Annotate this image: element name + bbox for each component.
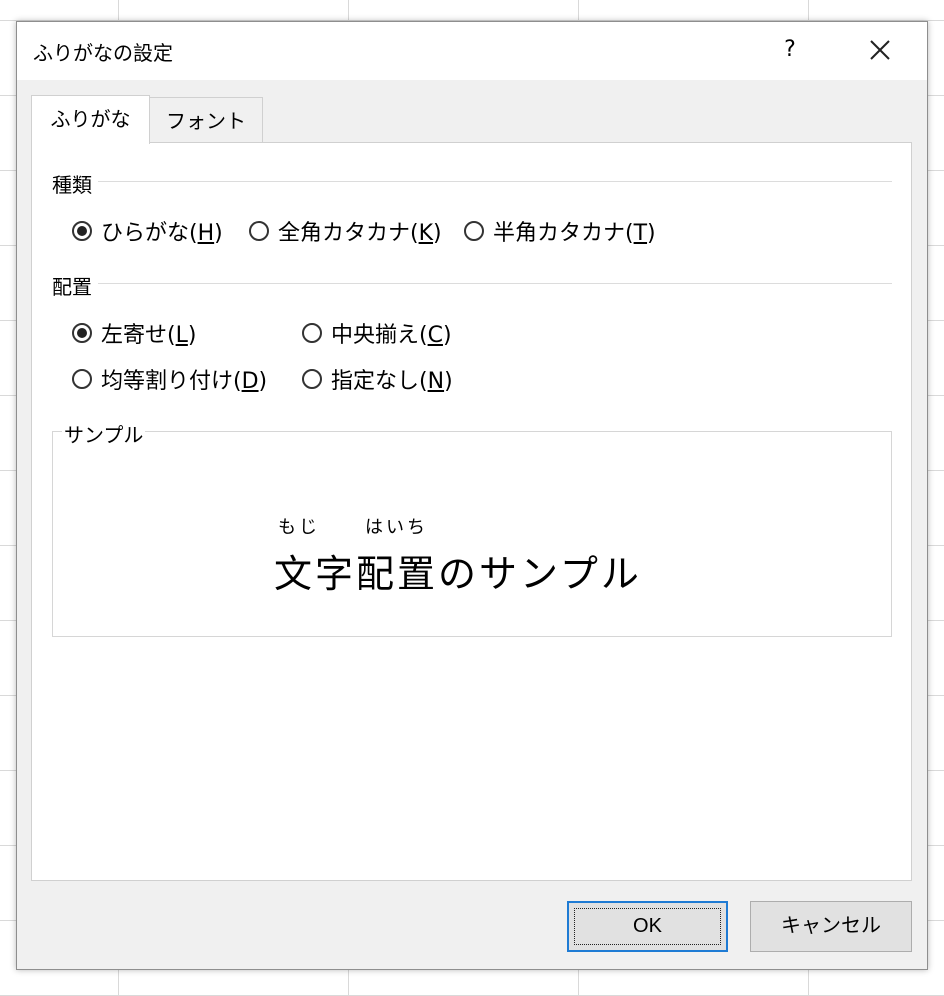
radio-button-selected[interactable] — [72, 323, 92, 343]
radio-halfwidth-katakana[interactable]: 半角カタカナ(T) — [464, 215, 656, 247]
radio-button[interactable] — [302, 369, 322, 389]
radio-label: 均等割り付け(D) — [101, 369, 268, 394]
type-section-label: 種類 — [52, 169, 96, 198]
radio-label: 半角カタカナ(T) — [493, 221, 656, 246]
radio-align-none[interactable]: 指定なし(N) — [302, 363, 453, 395]
ok-button[interactable]: OK — [567, 901, 728, 952]
radio-label: 中央揃え(C) — [331, 323, 452, 348]
sample-text: 文字配置のサンプル — [274, 552, 642, 596]
radio-button[interactable] — [72, 369, 92, 389]
sample-ruby-haichi: はいち — [365, 517, 428, 538]
tab-furigana[interactable]: ふりがな — [31, 95, 150, 144]
radio-label: ひらがな(H) — [101, 221, 223, 246]
title-bar: ふりがなの設定 ? — [17, 22, 927, 80]
radio-button[interactable] — [249, 221, 269, 241]
sample-label: サンプル — [62, 419, 146, 448]
sample-preview-box — [52, 431, 892, 637]
radio-label: 全角カタカナ(K) — [278, 221, 442, 246]
radio-align-center[interactable]: 中央揃え(C) — [302, 317, 452, 349]
radio-button[interactable] — [464, 221, 484, 241]
radio-label: 指定なし(N) — [331, 369, 453, 394]
tab-font[interactable]: フォント — [149, 97, 263, 142]
radio-align-distributed[interactable]: 均等割り付け(D) — [72, 363, 267, 395]
radio-hiragana[interactable]: ひらがな(H) — [72, 215, 223, 247]
dialog-title: ふりがなの設定 — [33, 41, 173, 65]
cancel-button[interactable]: キャンセル — [750, 901, 912, 952]
radio-align-left[interactable]: 左寄せ(L) — [72, 317, 196, 349]
radio-button-selected[interactable] — [72, 221, 92, 241]
furigana-settings-dialog: ふりがなの設定 ? ふりがな フォント 種類 ひらがな(H) 全角カタカナ(K)… — [16, 21, 928, 970]
close-icon[interactable] — [865, 34, 895, 66]
alignment-section-divider — [98, 283, 892, 284]
alignment-section-label: 配置 — [52, 271, 96, 300]
type-section-divider — [98, 181, 892, 182]
radio-label: 左寄せ(L) — [101, 323, 197, 348]
tab-panel: 種類 ひらがな(H) 全角カタカナ(K) 半角カタカナ(T) 配置 左寄せ(L)… — [31, 142, 912, 881]
sample-ruby-moji: もじ — [278, 517, 320, 538]
radio-fullwidth-katakana[interactable]: 全角カタカナ(K) — [249, 215, 442, 247]
radio-button[interactable] — [302, 323, 322, 343]
focus-rectangle — [574, 908, 721, 945]
cancel-button-label: キャンセル — [781, 915, 881, 937]
help-button[interactable]: ? — [777, 34, 803, 66]
